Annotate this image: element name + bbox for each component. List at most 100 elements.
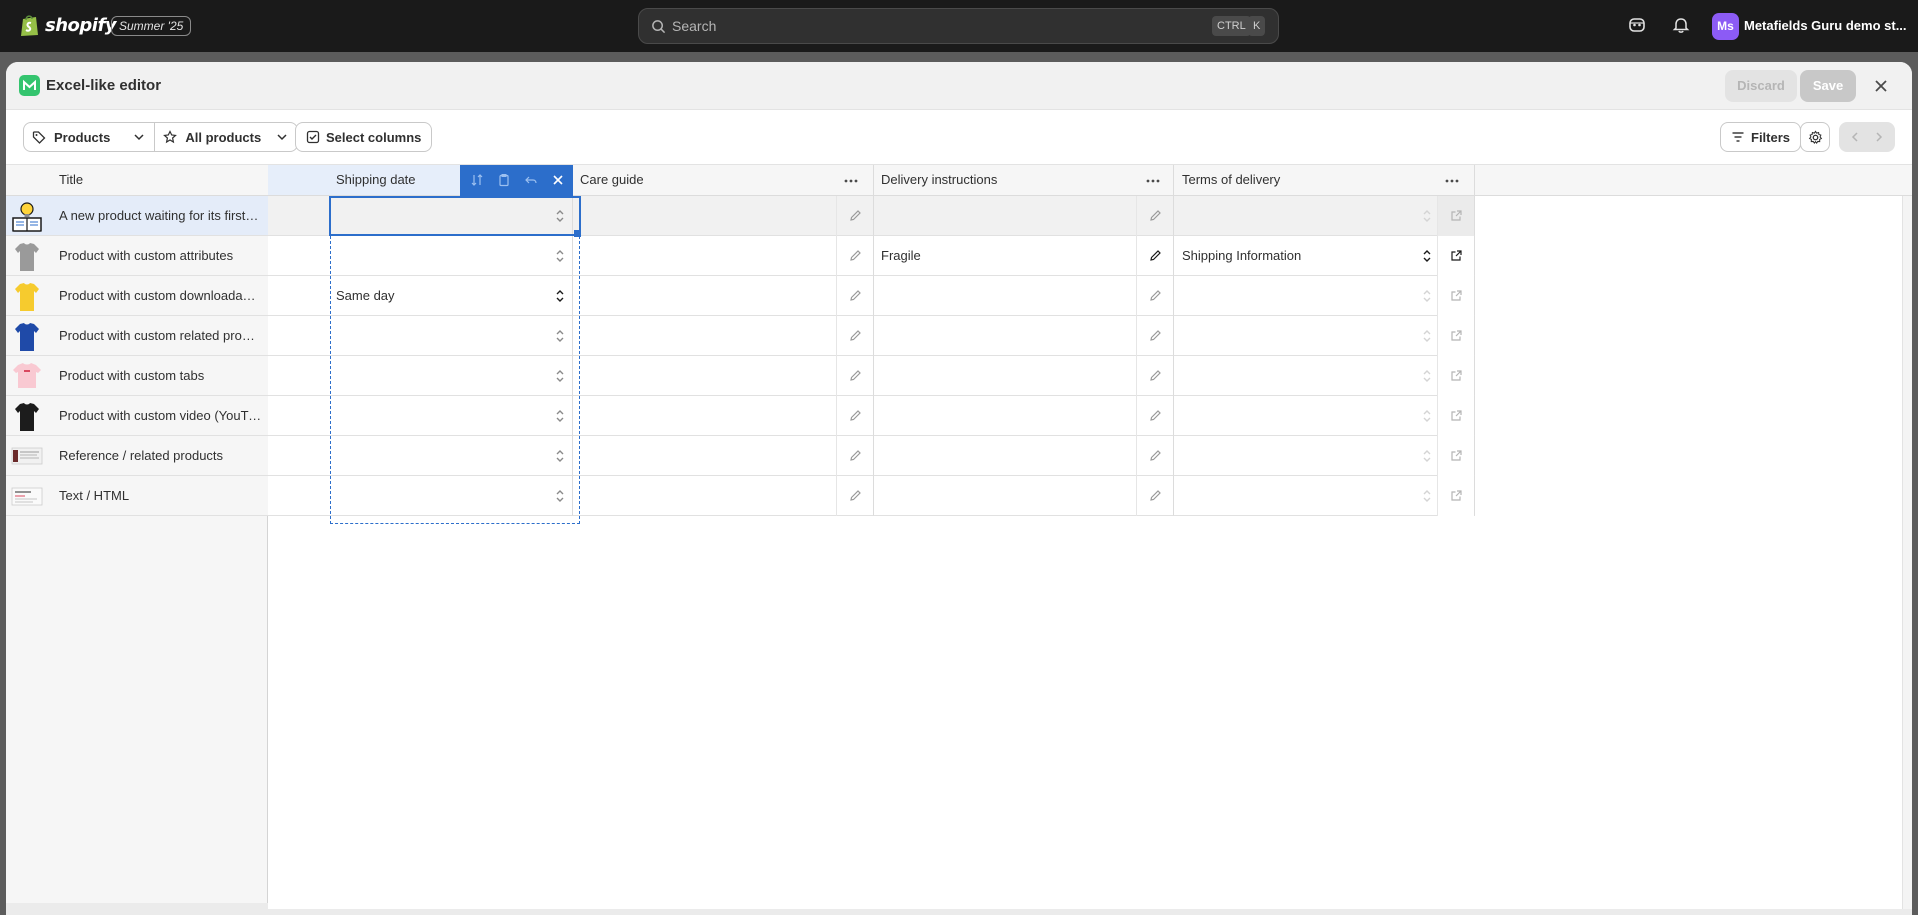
table-row[interactable]: Product with custom tabs xyxy=(6,356,268,396)
edit-button[interactable] xyxy=(1136,276,1173,316)
edit-button[interactable] xyxy=(1136,316,1173,356)
delivery-instructions-cell[interactable] xyxy=(874,276,1174,316)
terms-of-delivery-cell[interactable] xyxy=(1174,276,1475,316)
delivery-instructions-cell[interactable] xyxy=(874,476,1174,516)
fill-handle[interactable] xyxy=(574,230,581,237)
care-guide-cell[interactable] xyxy=(573,236,874,276)
table-row[interactable]: Product with custom video (YouTube) xyxy=(6,396,268,436)
store-avatar[interactable]: Ms xyxy=(1712,13,1739,40)
shipping-date-cell[interactable] xyxy=(268,236,573,276)
shipping-date-cell[interactable] xyxy=(268,396,573,436)
open-link-button[interactable] xyxy=(1437,196,1474,236)
edit-button[interactable] xyxy=(1136,396,1173,436)
column-header-title[interactable]: Title xyxy=(6,165,268,196)
open-link-button[interactable] xyxy=(1437,436,1474,476)
terms-of-delivery-cell[interactable] xyxy=(1174,436,1475,476)
table-row[interactable]: Product with custom downloadable (PDF) xyxy=(6,276,268,316)
edition-badge[interactable]: Summer '25 xyxy=(111,16,192,36)
shipping-date-cell[interactable] xyxy=(268,356,573,396)
delivery-instructions-cell[interactable] xyxy=(874,356,1174,396)
product-title[interactable]: Product with custom video (YouTube) xyxy=(59,408,262,423)
filters-button[interactable]: Filters xyxy=(1720,122,1802,152)
edit-button[interactable] xyxy=(836,356,873,396)
edit-button[interactable] xyxy=(836,476,873,516)
care-guide-cell[interactable] xyxy=(573,276,874,316)
open-link-button[interactable] xyxy=(1437,276,1474,316)
table-row[interactable]: Reference / related products xyxy=(6,436,268,476)
store-name[interactable]: Metafields Guru demo st... xyxy=(1744,18,1907,33)
delivery-instructions-cell[interactable] xyxy=(874,316,1174,356)
edit-button[interactable] xyxy=(1136,476,1173,516)
assistant-icon[interactable] xyxy=(1628,16,1646,34)
terms-of-delivery-cell[interactable] xyxy=(1174,396,1475,436)
table-row[interactable]: Product with custom attributes xyxy=(6,236,268,276)
shipping-date-cell[interactable] xyxy=(268,436,573,476)
product-title[interactable]: Product with custom related products xyxy=(59,328,262,343)
edit-button[interactable] xyxy=(836,316,873,356)
product-title[interactable]: Reference / related products xyxy=(59,448,262,463)
delivery-instructions-cell[interactable] xyxy=(874,196,1174,236)
terms-of-delivery-cell[interactable] xyxy=(1174,476,1475,516)
more-options-icon[interactable] xyxy=(843,173,859,189)
edit-button[interactable] xyxy=(836,396,873,436)
terms-of-delivery-cell[interactable] xyxy=(1174,196,1475,236)
open-link-button[interactable] xyxy=(1437,396,1474,436)
edit-button[interactable] xyxy=(836,196,873,236)
column-header-care-guide[interactable]: Care guide xyxy=(573,165,874,196)
search-input[interactable]: Search CTRL K xyxy=(638,8,1279,44)
terms-of-delivery-cell[interactable] xyxy=(1174,356,1475,396)
care-guide-cell[interactable] xyxy=(573,196,874,236)
care-guide-cell[interactable] xyxy=(573,436,874,476)
edit-button[interactable] xyxy=(836,276,873,316)
product-title[interactable]: Product with custom attributes xyxy=(59,248,262,263)
column-header-terms-of-delivery[interactable]: Terms of delivery xyxy=(1174,165,1475,196)
shopify-logo[interactable]: shopify xyxy=(20,13,117,37)
open-link-button[interactable] xyxy=(1437,356,1474,396)
next-page-icon[interactable] xyxy=(1873,131,1885,143)
shipping-date-cell[interactable]: Same day xyxy=(268,276,573,316)
delivery-instructions-cell[interactable]: Fragile xyxy=(874,236,1174,276)
product-title[interactable]: Product with custom downloadable (PDF) xyxy=(59,288,262,303)
edit-button[interactable] xyxy=(836,236,873,276)
delivery-instructions-cell[interactable] xyxy=(874,396,1174,436)
open-link-button[interactable] xyxy=(1437,316,1474,356)
product-title[interactable]: A new product waiting for its first meta… xyxy=(59,208,262,223)
edit-button[interactable] xyxy=(1136,356,1173,396)
undo-icon[interactable] xyxy=(524,173,538,187)
save-button[interactable]: Save xyxy=(1800,70,1856,102)
edit-button[interactable] xyxy=(1136,236,1173,276)
close-icon[interactable] xyxy=(551,173,565,187)
select-columns-button[interactable]: Select columns xyxy=(295,122,433,152)
settings-button[interactable] xyxy=(1800,122,1830,152)
vertical-scrollbar[interactable] xyxy=(1902,196,1912,909)
edit-button[interactable] xyxy=(836,436,873,476)
care-guide-cell[interactable] xyxy=(573,476,874,516)
open-link-button[interactable] xyxy=(1437,476,1474,516)
care-guide-cell[interactable] xyxy=(573,316,874,356)
resource-dropdown[interactable]: Products xyxy=(24,123,154,151)
frozen-scrollbar[interactable] xyxy=(6,903,268,915)
discard-button[interactable]: Discard xyxy=(1725,70,1797,102)
care-guide-cell[interactable] xyxy=(573,356,874,396)
terms-of-delivery-cell[interactable]: Shipping Information xyxy=(1174,236,1475,276)
table-row[interactable]: Text / HTML xyxy=(6,476,268,516)
column-header-delivery-instructions[interactable]: Delivery instructions xyxy=(874,165,1174,196)
clipboard-icon[interactable] xyxy=(497,173,511,187)
previous-page-icon[interactable] xyxy=(1849,131,1861,143)
delivery-instructions-cell[interactable] xyxy=(874,436,1174,476)
shipping-date-cell[interactable] xyxy=(268,316,573,356)
notifications-bell-icon[interactable] xyxy=(1672,16,1690,34)
table-row[interactable]: Product with custom related products xyxy=(6,316,268,356)
sort-icon[interactable] xyxy=(470,173,484,187)
more-options-icon[interactable] xyxy=(1444,173,1460,189)
product-title[interactable]: Product with custom tabs xyxy=(59,368,262,383)
horizontal-scrollbar[interactable] xyxy=(268,909,1912,915)
edit-button[interactable] xyxy=(1136,436,1173,476)
more-options-icon[interactable] xyxy=(1145,173,1161,189)
close-icon[interactable] xyxy=(1872,77,1890,95)
care-guide-cell[interactable] xyxy=(573,396,874,436)
terms-of-delivery-cell[interactable] xyxy=(1174,316,1475,356)
view-dropdown[interactable]: All products xyxy=(154,123,297,151)
open-link-button[interactable] xyxy=(1437,236,1474,276)
shipping-date-cell[interactable] xyxy=(268,476,573,516)
